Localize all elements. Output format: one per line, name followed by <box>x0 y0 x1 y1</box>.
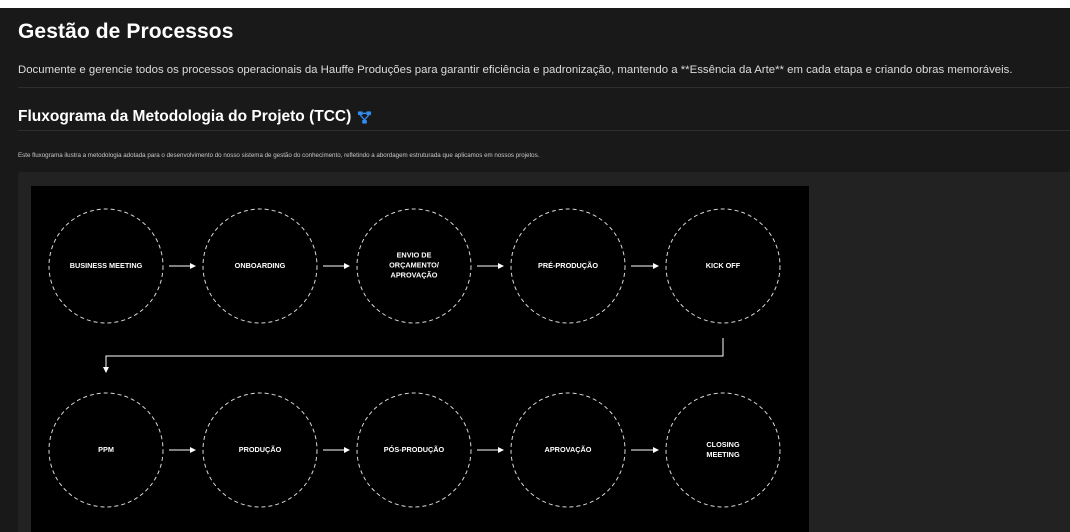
page-content: Gestão de Processos Documente e gerencie… <box>18 8 1070 532</box>
process-node-label: PRODUÇÃO <box>238 444 282 454</box>
flowchart-icon <box>357 110 372 125</box>
section-title: Fluxograma da Metodologia do Projeto (TC… <box>18 108 352 125</box>
process-node-label: PPM <box>98 444 114 454</box>
process-node-label: ONBOARDING <box>234 260 286 270</box>
process-node-label: APROVAÇÃO <box>544 444 592 454</box>
process-node-label: BUSINESS MEETING <box>69 260 143 270</box>
section-caption: Este fluxograma ilustra a metodologia ad… <box>18 152 540 159</box>
divider <box>18 87 1070 88</box>
embedded-diagram-panel: BUSINESS MEETING ONBOARDING ENVIO DE ORÇAM… <box>18 172 1070 532</box>
divider <box>18 130 1070 131</box>
process-node-label: KICK OFF <box>705 260 741 270</box>
flowchart-diagram: BUSINESS MEETING ONBOARDING ENVIO DE ORÇAM… <box>31 186 809 532</box>
section-heading: Fluxograma da Metodologia do Projeto (TC… <box>18 108 372 126</box>
process-node-label: PÓS-PRODUÇÃO <box>383 444 445 454</box>
row-connector-arrow <box>103 338 724 373</box>
top-bar <box>0 0 1070 8</box>
process-node-label: ENVIO DE ORÇAMENTO/ APROVAÇÃO <box>389 250 439 281</box>
process-node-label: CLOSING MEETING <box>706 439 740 459</box>
process-node-label: PRÉ-PRODUÇÃO <box>538 260 598 270</box>
flowchart-canvas <box>48 208 781 508</box>
page-description: Documente e gerencie todos os processos … <box>18 64 1013 76</box>
page-title: Gestão de Processos <box>18 20 234 43</box>
